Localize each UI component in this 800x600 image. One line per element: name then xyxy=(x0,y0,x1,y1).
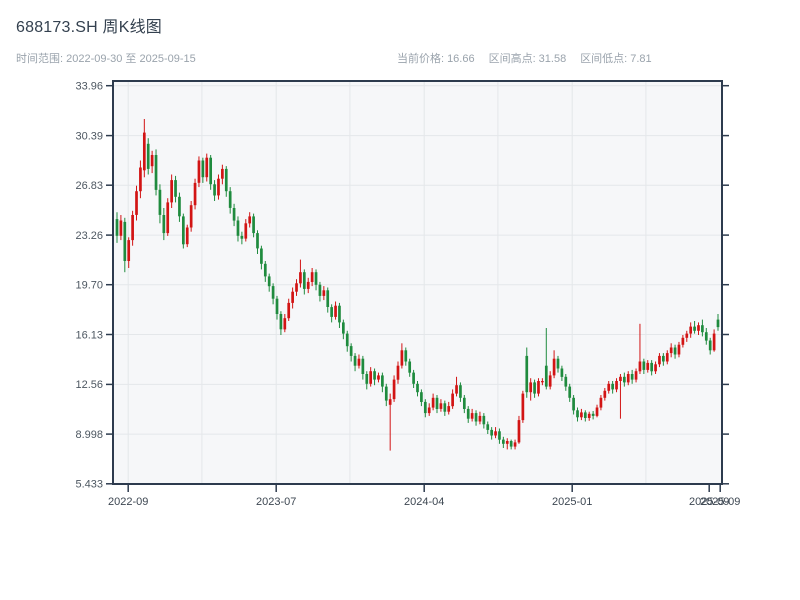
kline-chart: 33.96 30.39 26.83 23.26 19.70 16.13 12.56 8.998… xyxy=(75,80,740,508)
svg-text:2025-01: 2025-01 xyxy=(552,496,592,508)
svg-text:2025-09: 2025-09 xyxy=(700,496,740,508)
svg-text:2023-07: 2023-07 xyxy=(256,496,296,508)
svg-text:33.96: 33.96 xyxy=(75,81,103,93)
svg-text:26.83: 26.83 xyxy=(75,180,103,192)
svg-text:16.13: 16.13 xyxy=(75,329,103,341)
svg-text:12.56: 12.56 xyxy=(75,379,103,391)
svg-text:8.998: 8.998 xyxy=(75,429,103,441)
svg-text:2024-04: 2024-04 xyxy=(404,496,444,508)
svg-text:23.26: 23.26 xyxy=(75,230,103,242)
svg-text:19.70: 19.70 xyxy=(75,280,103,292)
svg-text:5.433: 5.433 xyxy=(75,479,103,491)
x-axis: 2022-09 2023-07 2024-04 2025-01 2025-092025-… xyxy=(108,485,740,508)
svg-text:30.39: 30.39 xyxy=(75,130,103,142)
app: 688173.SH 周K线图 时间范围: 2022-09-30 至 2025-0… xyxy=(0,0,800,600)
svg-text:2022-09: 2022-09 xyxy=(108,496,148,508)
